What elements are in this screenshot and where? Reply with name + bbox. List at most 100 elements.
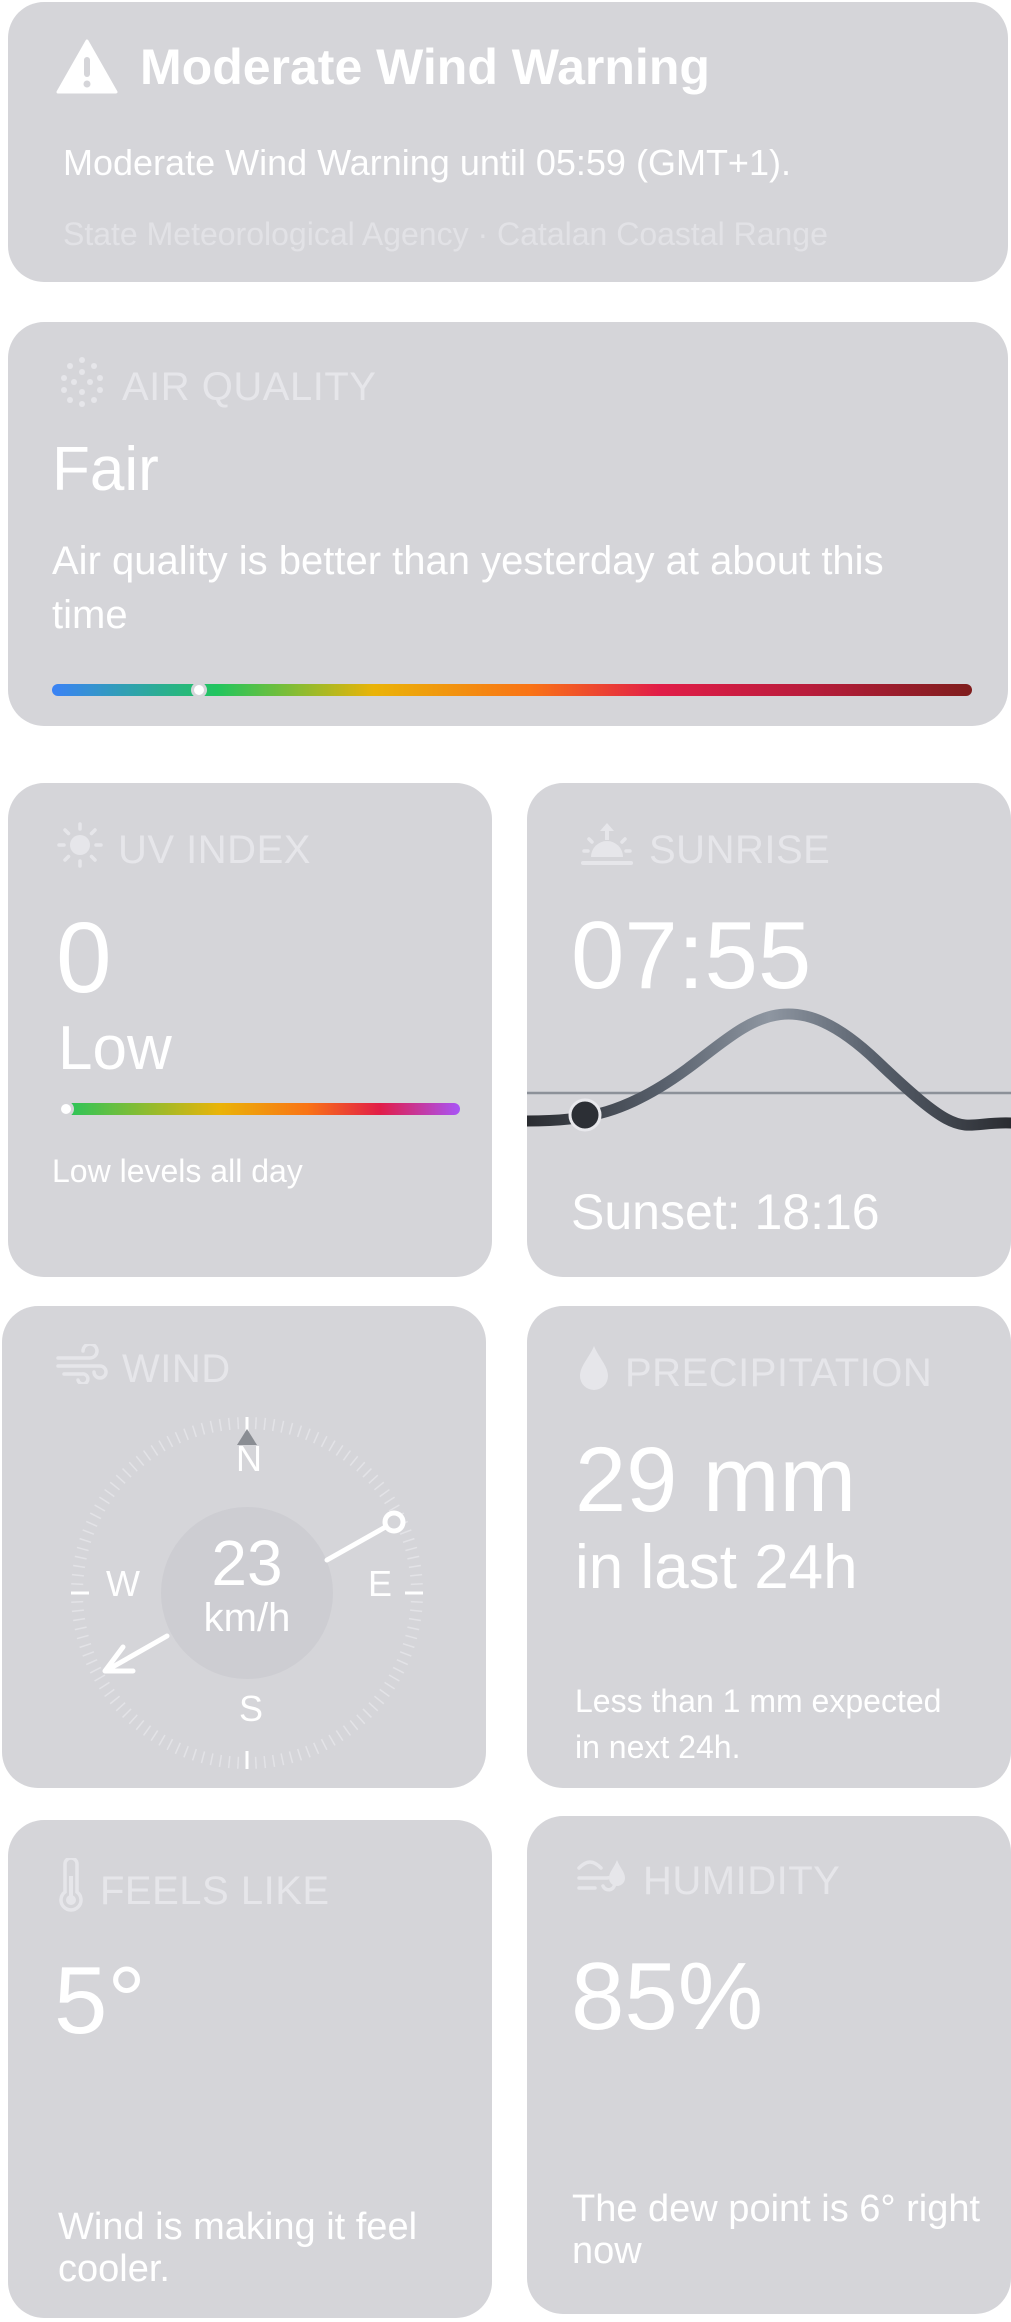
compass-west-label: W [106, 1563, 140, 1604]
feels-like-header-label: FEELS LIKE [100, 1868, 330, 1913]
compass-tick [408, 1617, 421, 1622]
alert-source: State Meteorological Agency · Catalan Co… [63, 216, 828, 252]
compass-tick [349, 1719, 359, 1731]
wind-speed-unit: km/h [203, 1596, 291, 1640]
sunrise-header-label: SUNRISE [649, 827, 831, 872]
compass-tick [405, 1546, 418, 1552]
compass-tick [392, 1666, 405, 1674]
compass-tick [94, 1504, 106, 1512]
alert-title-row: Moderate Wind Warning [56, 38, 710, 96]
compass-tick [85, 1520, 98, 1527]
compass-tick [335, 1444, 344, 1456]
wind-card[interactable]: WIND N E S W 23 km/h [2, 1306, 486, 1788]
compass-tick [328, 1440, 336, 1452]
compass-tick [122, 1468, 132, 1478]
compass-tick [76, 1634, 89, 1640]
compass-tick [98, 1681, 110, 1690]
humidity-card[interactable]: HUMIDITY 85% The dew point is 6° right n… [527, 1816, 1011, 2314]
alert-message: Moderate Wind Warning until 05:59 (GMT+1… [63, 142, 791, 183]
raindrop-icon [577, 1344, 625, 1402]
compass-tick [402, 1537, 415, 1544]
compass-tick [379, 1488, 390, 1498]
compass-tick [254, 1417, 257, 1430]
compass-tick [399, 1651, 412, 1657]
compass-tick [109, 1481, 121, 1491]
compass-tick [82, 1529, 95, 1535]
compass-tick [158, 1440, 166, 1452]
precipitation-amount: 29 mm [575, 1429, 857, 1531]
compass-tick [296, 1425, 303, 1438]
compass-tick [89, 1512, 102, 1520]
compass-tick [305, 1745, 311, 1758]
compass-tick [218, 1419, 223, 1432]
compass-tick [115, 1474, 126, 1484]
compass-tick [74, 1555, 87, 1560]
compass-tick [328, 1734, 336, 1746]
uv-index-note: Low levels all day [52, 1153, 303, 1189]
compass-tick [373, 1695, 385, 1705]
precipitation-period: in last 24h [575, 1533, 858, 1602]
compass-tick [410, 1583, 423, 1586]
compass-tick [356, 1714, 366, 1725]
compass-tick [410, 1600, 423, 1603]
wind-icon [56, 1342, 122, 1394]
compass-tick [166, 1435, 174, 1448]
compass-tick [280, 1753, 285, 1766]
warning-triangle-icon [56, 39, 118, 95]
compass-tick [227, 1417, 231, 1430]
compass-tick [98, 1496, 110, 1505]
air-quality-header: AIR QUALITY [56, 356, 376, 418]
compass-tick [384, 1681, 396, 1690]
feels-like-card[interactable]: FEELS LIKE 5° Wind is making it feel coo… [8, 1820, 492, 2318]
precipitation-header-label: PRECIPITATION [625, 1350, 933, 1395]
compass-tick [320, 1435, 328, 1448]
compass-tick [191, 1748, 198, 1761]
feels-like-value: 5° [54, 1947, 146, 2054]
compass-tick [368, 1702, 379, 1712]
compass-tick [305, 1428, 311, 1441]
sunrise-card[interactable]: SUNRISE 07:55 Sunset: 18:16 [527, 783, 1011, 1277]
uv-index-header: UV INDEX [56, 821, 311, 879]
compass-tick [135, 1455, 145, 1467]
uv-index-card[interactable]: UV INDEX 0 Low Low levels all day [8, 783, 492, 1277]
compass-tick [271, 1419, 276, 1432]
compass-tick [71, 1583, 84, 1586]
wind-warning-card[interactable]: Moderate Wind Warning Moderate Wind Warn… [8, 2, 1008, 282]
compass-tick [362, 1708, 372, 1718]
compass-tick [362, 1468, 372, 1478]
compass-tick [200, 1422, 206, 1435]
compass-north-label: N [236, 1438, 262, 1479]
compass-tick [71, 1573, 84, 1577]
compass-tick [158, 1734, 166, 1746]
compass-tick [122, 1708, 132, 1718]
compass-tick [71, 1609, 84, 1613]
compass-tick [128, 1714, 138, 1725]
wind-header-label: WIND [122, 1346, 231, 1391]
compass-tick [73, 1564, 86, 1569]
sunset-text: Sunset: 18:16 [571, 1184, 880, 1240]
humidity-value: 85% [571, 1943, 764, 2050]
compass-tick [408, 1564, 421, 1569]
compass-south-label: S [239, 1688, 264, 1729]
compass-tick [76, 1546, 89, 1552]
compass-tick [142, 1450, 152, 1461]
compass-tick [71, 1600, 84, 1603]
air-quality-dots-icon [56, 356, 122, 418]
air-quality-description: Air quality is better than yesterday at … [52, 539, 884, 637]
compass-tick [82, 1651, 95, 1657]
compass-tick [368, 1474, 379, 1484]
compass-tick [79, 1537, 92, 1544]
compass-tick [73, 1617, 86, 1622]
precipitation-forecast: Less than 1 mm expected in next 24h. [575, 1683, 942, 1765]
compass-tick [399, 1529, 412, 1535]
compass-tick [79, 1642, 92, 1649]
compass-tick [150, 1730, 159, 1742]
alert-title: Moderate Wind Warning [140, 39, 710, 95]
compass-tick [104, 1688, 115, 1698]
precipitation-card[interactable]: PRECIPITATION 29 mm in last 24h Less tha… [527, 1306, 1011, 1788]
compass-tick [174, 1742, 181, 1755]
compass-tick [128, 1461, 138, 1472]
precipitation-header: PRECIPITATION [577, 1344, 932, 1402]
air-quality-card[interactable]: AIR QUALITY Fair Air quality is better t… [8, 322, 1008, 726]
compass-tick [74, 1626, 87, 1631]
